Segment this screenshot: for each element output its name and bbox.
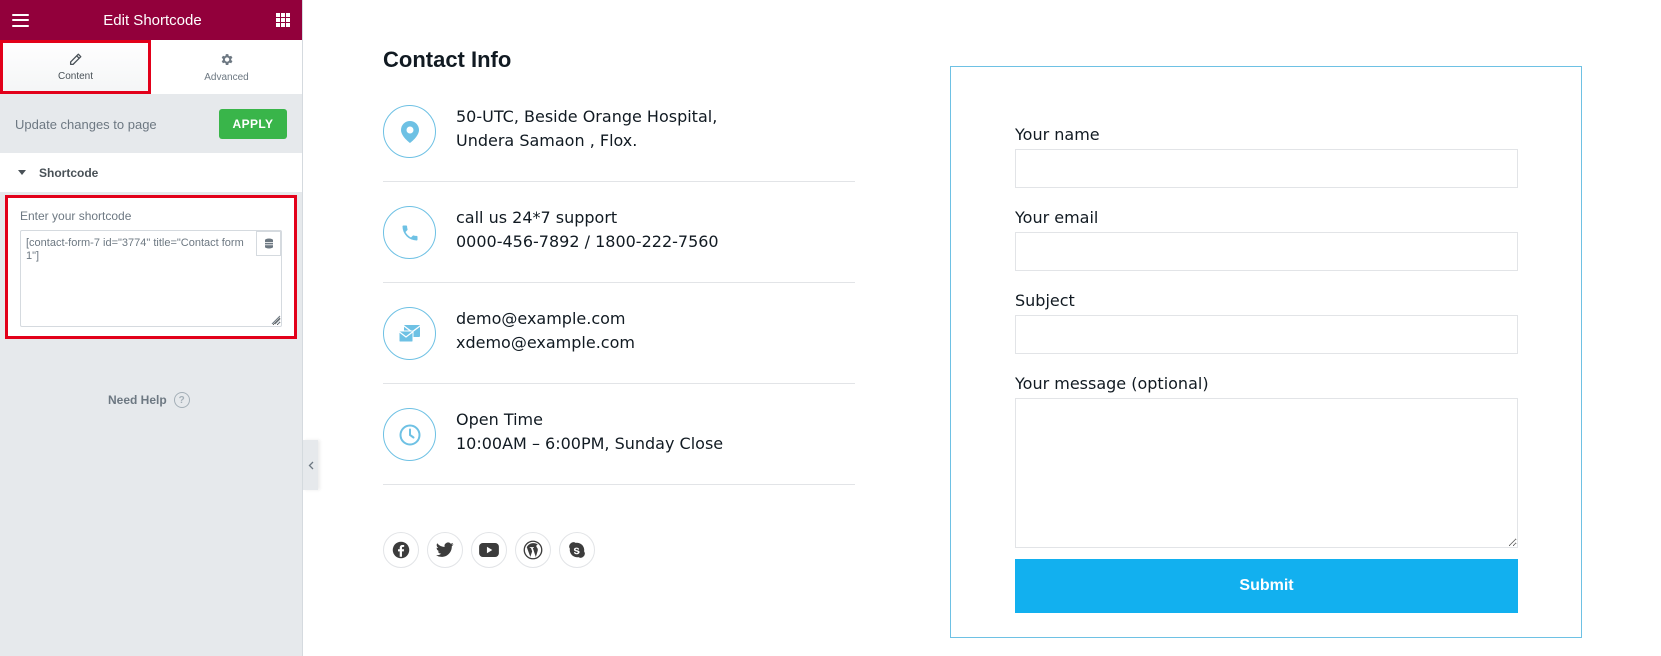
need-help-label: Need Help: [108, 393, 167, 407]
tab-advanced[interactable]: Advanced: [151, 40, 302, 94]
dynamic-tags-icon[interactable]: [256, 231, 281, 256]
apply-hint: Update changes to page: [15, 116, 157, 132]
shortcode-label: Enter your shortcode: [20, 209, 132, 223]
subject-label: Subject: [1015, 291, 1075, 310]
contact-item-address: 50-UTC, Beside Orange Hospital, Undera S…: [383, 81, 855, 182]
youtube-icon[interactable]: [471, 532, 507, 568]
section-shortcode-toggle[interactable]: Shortcode: [0, 153, 302, 193]
social-links: [383, 532, 595, 568]
clock-icon: [383, 408, 436, 461]
editor-sidebar: Edit Shortcode Content Advanced Update c…: [0, 0, 303, 656]
contact-item-email: demo@example.com xdemo@example.com: [383, 283, 855, 384]
section-title: Shortcode: [39, 165, 99, 180]
contact-info-heading: Contact Info: [383, 47, 512, 72]
panel-tabs: Content Advanced: [0, 40, 302, 95]
address-line-1: 50-UTC, Beside Orange Hospital,: [456, 107, 718, 126]
contact-item-hours: Open Time 10:00AM – 6:00PM, Sunday Close: [383, 384, 855, 485]
contact-form: Your name Your email Subject Your messag…: [950, 66, 1582, 638]
menu-icon[interactable]: [12, 13, 29, 27]
email-line-2: xdemo@example.com: [456, 333, 635, 352]
apply-button[interactable]: APPLY: [219, 109, 287, 139]
need-help-link[interactable]: Need Help ?: [108, 392, 190, 408]
email-field[interactable]: [1015, 232, 1518, 271]
gear-icon: [221, 53, 233, 65]
twitter-icon[interactable]: [427, 532, 463, 568]
contact-item-text: call us 24*7 support 0000-456-7892 / 180…: [456, 206, 719, 254]
address-line-2: Undera Samaon , Flox.: [456, 131, 638, 150]
facebook-icon[interactable]: [383, 532, 419, 568]
shortcode-control: Enter your shortcode [contact-form-7 id=…: [5, 195, 297, 339]
message-label: Your message (optional): [1015, 374, 1209, 393]
tab-advanced-label: Advanced: [204, 71, 249, 83]
contact-item-phone: call us 24*7 support 0000-456-7892 / 180…: [383, 182, 855, 283]
sidebar-header: Edit Shortcode: [0, 0, 302, 40]
chevron-left-icon: [308, 461, 313, 469]
collapse-panel-button[interactable]: [303, 440, 318, 490]
wordpress-icon[interactable]: [515, 532, 551, 568]
phone-line-1: call us 24*7 support: [456, 208, 618, 227]
contact-item-text: 50-UTC, Beside Orange Hospital, Undera S…: [456, 105, 717, 153]
envelope-icon: [383, 307, 436, 360]
shortcode-textarea[interactable]: [contact-form-7 id="3774" title="Contact…: [20, 230, 282, 327]
name-field[interactable]: [1015, 149, 1518, 188]
contact-item-text: Open Time 10:00AM – 6:00PM, Sunday Close: [456, 408, 723, 456]
contact-item-text: demo@example.com xdemo@example.com: [456, 307, 635, 355]
subject-field[interactable]: [1015, 315, 1518, 354]
tab-content-label: Content: [57, 70, 94, 82]
widgets-grid-icon[interactable]: [276, 13, 290, 27]
tab-content[interactable]: Content: [0, 40, 151, 94]
apply-row: Update changes to page APPLY: [0, 95, 302, 153]
hours-line-2: 10:00AM – 6:00PM, Sunday Close: [456, 434, 724, 453]
caret-down-icon: [18, 170, 26, 175]
name-label: Your name: [1015, 125, 1100, 144]
phone-line-2: 0000-456-7892 / 1800-222-7560: [456, 232, 719, 251]
email-label: Your email: [1015, 208, 1099, 227]
email-line-1: demo@example.com: [456, 309, 626, 328]
hours-line-1: Open Time: [456, 410, 543, 429]
help-circle-icon: ?: [173, 392, 190, 408]
skype-icon[interactable]: [559, 532, 595, 568]
submit-button[interactable]: Submit: [1015, 559, 1518, 613]
pencil-icon: [69, 53, 82, 65]
resize-handle-icon[interactable]: [270, 314, 281, 325]
elementor-editor: Edit Shortcode Content Advanced Update c…: [0, 0, 1661, 656]
panel-title: Edit Shortcode: [103, 11, 202, 29]
map-pin-icon: [383, 105, 436, 158]
phone-icon: [383, 206, 436, 259]
message-field[interactable]: [1015, 398, 1518, 548]
